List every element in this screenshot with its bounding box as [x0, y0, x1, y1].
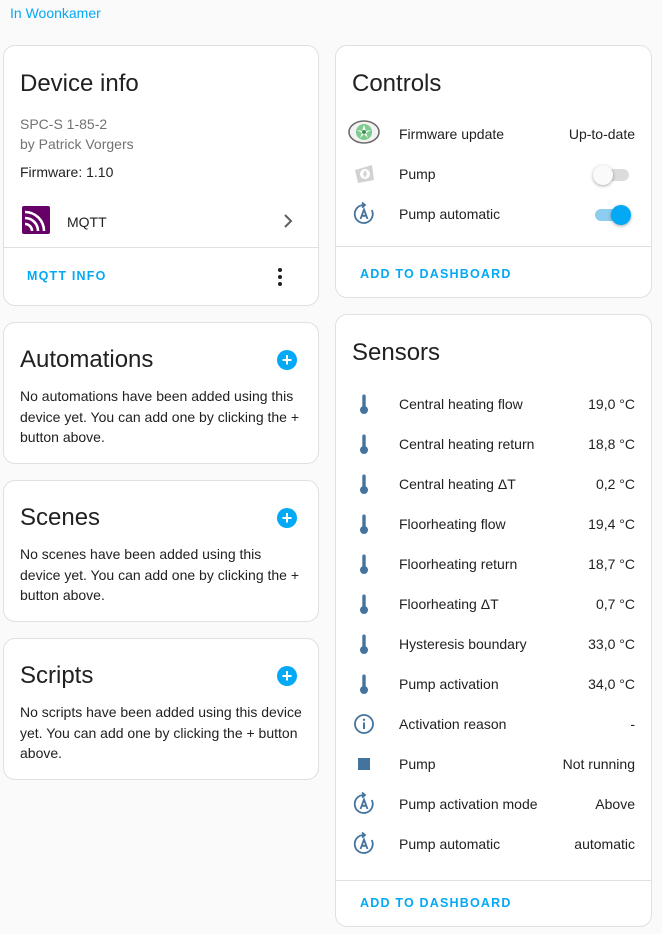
- sensor-value: 0,7 °C: [595, 596, 635, 612]
- sensor-value: 19,0 °C: [588, 396, 635, 412]
- sensor-label: Floorheating return: [399, 556, 518, 572]
- sensor-row[interactable]: Central heating return 18,8 °C: [336, 424, 651, 464]
- sensor-label: Pump activation: [399, 676, 499, 692]
- sensor-value: -: [630, 716, 635, 732]
- thermometer-icon: [360, 474, 368, 494]
- pump-icon: [355, 165, 374, 183]
- scenes-card: Scenes + No scenes have been added using…: [3, 480, 319, 622]
- sensor-row[interactable]: Hysteresis boundary 33,0 °C: [336, 624, 651, 664]
- sensor-row[interactable]: Pump Not running: [336, 744, 651, 784]
- pump-toggle[interactable]: [593, 165, 631, 185]
- sensor-value: Not running: [562, 756, 635, 772]
- automations-title: Automations: [20, 346, 154, 373]
- area-link[interactable]: In Woonkamer: [10, 5, 101, 21]
- device-info-card: Device info SPC-S 1-85-2 by Patrick Vorg…: [3, 45, 319, 306]
- sensor-label: Hysteresis boundary: [399, 636, 527, 652]
- controls-add-to-dashboard-button[interactable]: ADD TO DASHBOARD: [360, 267, 512, 281]
- controls-title: Controls: [352, 70, 442, 97]
- mqtt-icon: [22, 206, 50, 234]
- control-label: Pump: [399, 166, 436, 182]
- control-value: Up-to-date: [568, 126, 635, 142]
- scripts-card: Scripts + No scripts have been added usi…: [3, 638, 319, 780]
- sensors-card: Sensors Central heating flow 19,0 °C Cen…: [335, 314, 652, 927]
- square-icon: [358, 758, 370, 770]
- sensor-value: 0,2 °C: [595, 476, 635, 492]
- pump-automatic-toggle[interactable]: [595, 205, 631, 225]
- control-row-pump-automatic: Pump automatic: [336, 194, 651, 234]
- overflow-menu-icon[interactable]: [277, 267, 283, 287]
- sensor-label: Central heating return: [399, 436, 535, 452]
- sensor-value: 18,8 °C: [588, 436, 635, 452]
- scenes-title: Scenes: [20, 504, 101, 531]
- add-script-button[interactable]: +: [277, 666, 297, 686]
- firmware-update-icon: [348, 120, 380, 144]
- device-model: SPC-S 1-85-2: [20, 116, 108, 132]
- sensor-row[interactable]: Pump automatic automatic: [336, 824, 651, 864]
- thermometer-icon: [360, 434, 368, 454]
- mqtt-info-button[interactable]: MQTT INFO: [27, 269, 107, 283]
- scenes-empty-text: No scenes have been added using this dev…: [20, 546, 300, 603]
- automations-card: Automations + No automations have been a…: [3, 322, 319, 464]
- device-info-title: Device info: [20, 70, 139, 97]
- sensor-value: Above: [595, 796, 635, 812]
- sensor-label: Central heating flow: [399, 396, 523, 412]
- thermometer-icon: [360, 394, 368, 414]
- thermometer-icon: [360, 674, 368, 694]
- auto-mode-icon: [353, 832, 374, 854]
- sensor-row[interactable]: Floorheating flow 19,4 °C: [336, 504, 651, 544]
- control-label: Firmware update: [399, 126, 505, 142]
- sensor-row[interactable]: Activation reason -: [336, 704, 651, 744]
- scripts-title: Scripts: [20, 662, 94, 689]
- integration-row[interactable]: MQTT: [4, 201, 318, 241]
- add-scene-button[interactable]: +: [277, 508, 297, 528]
- auto-mode-icon: [353, 202, 374, 224]
- thermometer-icon: [360, 594, 368, 614]
- sensor-value: automatic: [574, 836, 635, 852]
- thermometer-icon: [360, 514, 368, 534]
- toggle-knob: [611, 205, 631, 225]
- thermometer-icon: [360, 634, 368, 654]
- info-icon: [354, 714, 374, 734]
- integration-label: MQTT: [67, 214, 107, 230]
- sensor-row[interactable]: Central heating flow 19,0 °C: [336, 384, 651, 424]
- sensor-label: Pump automatic: [399, 836, 501, 852]
- sensor-label: Floorheating ΔT: [399, 596, 499, 612]
- sensor-label: Activation reason: [399, 716, 507, 732]
- sensors-divider: [336, 880, 651, 881]
- controls-card: Controls Firmware update Up-to-date Pump…: [335, 45, 652, 298]
- sensor-row[interactable]: Pump activation 34,0 °C: [336, 664, 651, 704]
- add-automation-button[interactable]: +: [277, 350, 297, 370]
- sensor-label: Central heating ΔT: [399, 476, 516, 492]
- device-firmware: Firmware: 1.10: [20, 164, 114, 180]
- sensors-title: Sensors: [352, 339, 441, 366]
- sensor-label: Pump: [399, 756, 436, 772]
- sensor-value: 33,0 °C: [588, 636, 635, 652]
- sensor-row[interactable]: Floorheating return 18,7 °C: [336, 544, 651, 584]
- sensor-value: 19,4 °C: [588, 516, 635, 532]
- sensors-add-to-dashboard-button[interactable]: ADD TO DASHBOARD: [360, 896, 512, 910]
- sensor-label: Pump activation mode: [399, 796, 538, 812]
- thermometer-icon: [360, 554, 368, 574]
- sensor-row[interactable]: Central heating ΔT 0,2 °C: [336, 464, 651, 504]
- automations-empty-text: No automations have been added using thi…: [20, 388, 300, 445]
- control-label: Pump automatic: [399, 206, 501, 222]
- control-row-pump: Pump: [336, 154, 651, 194]
- sensor-row[interactable]: Pump activation mode Above: [336, 784, 651, 824]
- controls-divider: [336, 246, 651, 247]
- scripts-empty-text: No scripts have been added using this de…: [20, 704, 302, 761]
- device-info-divider: [4, 247, 318, 248]
- control-row-firmware-update[interactable]: Firmware update Up-to-date: [336, 114, 651, 154]
- device-manufacturer: by Patrick Vorgers: [20, 136, 134, 152]
- auto-mode-icon: [353, 792, 374, 814]
- sensor-row[interactable]: Floorheating ΔT 0,7 °C: [336, 584, 651, 624]
- chevron-right-icon: [284, 214, 293, 228]
- sensor-value: 18,7 °C: [588, 556, 635, 572]
- sensor-value: 34,0 °C: [588, 676, 635, 692]
- toggle-knob: [593, 165, 613, 185]
- sensor-label: Floorheating flow: [399, 516, 506, 532]
